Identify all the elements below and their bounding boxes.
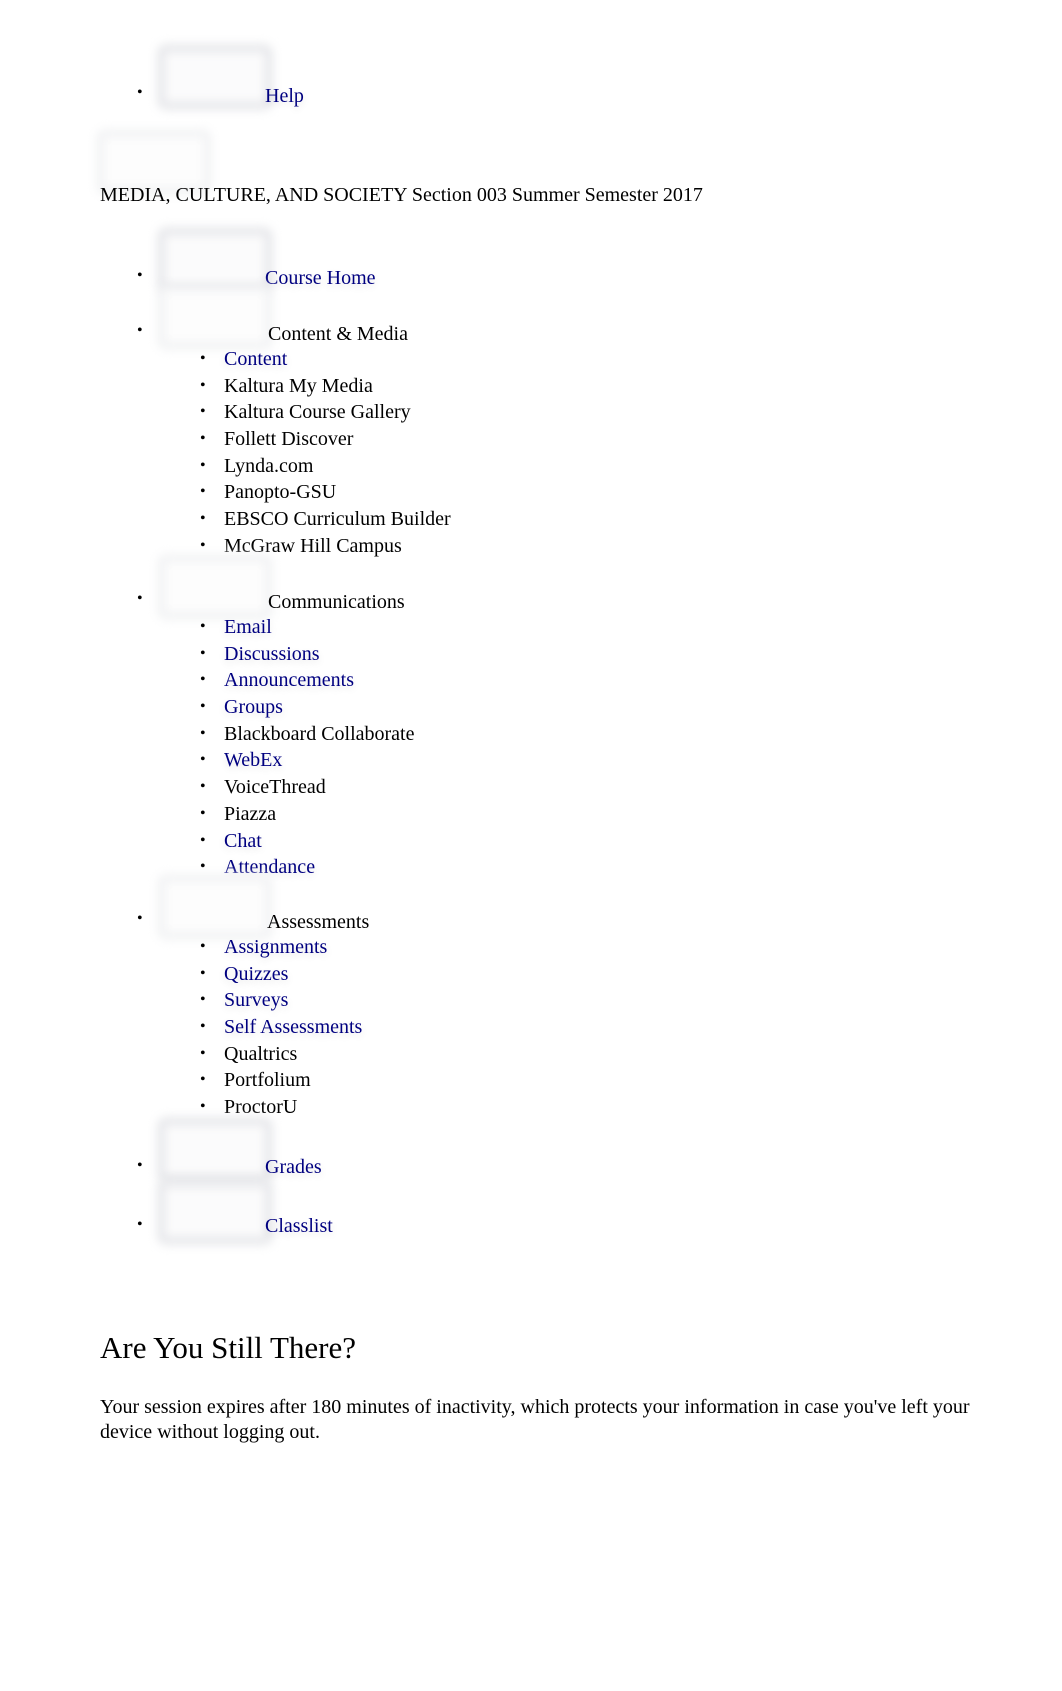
submenu-item-label: Follett Discover [224,428,354,451]
bullet: • [200,991,206,1009]
submenu-item-label: Piazza [224,802,277,825]
bullet: • [200,456,206,474]
bullet: • [200,804,206,822]
submenu-item-label[interactable]: Chat [224,828,262,855]
submenu-item-label[interactable]: Content [224,346,287,373]
bullet: • [200,618,206,635]
submenu-item-label[interactable]: Surveys [224,987,288,1014]
submenu-item-label: Portfolium [224,1069,311,1092]
assessments-icon [158,875,272,939]
bullet: • [137,322,143,339]
submenu-item-label: Panopto-GSU [224,481,337,504]
bullet: • [200,698,206,716]
bullet: • [200,1071,206,1089]
classlist-icon [158,1180,272,1244]
submenu-item-label: Kaltura My Media [224,374,373,397]
bullet: • [137,267,143,284]
bullet: • [200,510,206,528]
session-dialog-body: Your session expires after 180 minutes o… [100,1396,970,1443]
bullet: • [200,430,206,448]
submenu-item-label[interactable]: Quizzes [224,961,288,988]
submenu-item-label[interactable]: Groups [224,694,283,721]
bullet: • [200,751,206,769]
nav-course-home[interactable]: Course Home [265,268,376,288]
bullet: • [200,483,206,501]
submenu-item-label[interactable]: Assignments [224,934,327,961]
bullet: • [137,590,143,607]
bullet: • [137,1216,143,1233]
bullet: • [200,403,206,421]
submenu-item-label: Lynda.com [224,454,314,477]
submenu-item-label[interactable]: Self Assessments [224,1014,362,1041]
content-media-icon [158,285,272,349]
communications-icon [158,555,272,619]
bullet: • [200,376,206,394]
bullet: • [200,964,206,982]
submenu-item-label[interactable]: Email [224,614,272,641]
bullet: • [137,1157,143,1174]
nav-communications-heading[interactable]: Communications [268,592,405,612]
bullet: • [200,350,206,367]
grades-icon [158,1118,272,1182]
bullet: • [200,938,206,955]
submenu-item-label[interactable]: Announcements [224,667,354,694]
bullet: • [200,778,206,796]
submenu-item-label: Kaltura Course Gallery [224,401,411,424]
bullet: • [200,831,206,849]
submenu-item-label[interactable]: WebEx [224,747,282,774]
bullet: • [137,84,143,101]
submenu-item-label[interactable]: Discussions [224,641,320,668]
course-title: MEDIA, CULTURE, AND SOCIETY Section 003 … [100,184,703,206]
nav-content-media-heading[interactable]: Content & Media [268,324,408,344]
bullet: • [200,644,206,662]
submenu-item-label: VoiceThread [224,776,326,799]
bullet: • [200,1018,206,1036]
bullet: • [200,671,206,689]
session-dialog-title: Are You Still There? [100,1330,357,1365]
bullet: • [200,1098,206,1116]
nav-classlist[interactable]: Classlist [265,1216,333,1236]
help-icon-placeholder [158,45,272,109]
bullet: • [137,910,143,927]
help-link[interactable]: Help [265,86,304,106]
submenu-item-label: ProctorU [224,1096,298,1119]
nav-assessments-heading[interactable]: Assessments [267,912,369,932]
nav-grades[interactable]: Grades [265,1157,322,1177]
submenu-item-label: EBSCO Curriculum Builder [224,508,451,531]
bullet: • [200,724,206,742]
course-home-icon [158,228,272,292]
submenu-item-label: Qualtrics [224,1042,298,1065]
bullet: • [200,1044,206,1062]
submenu-item-label: Blackboard Collaborate [224,722,415,745]
